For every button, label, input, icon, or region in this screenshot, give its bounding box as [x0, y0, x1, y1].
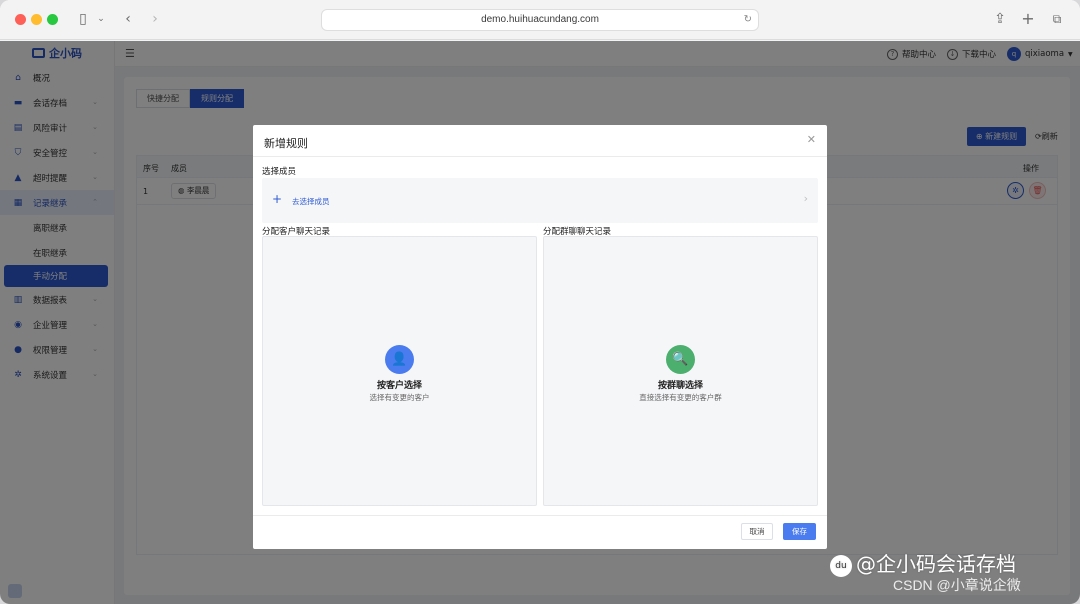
select-members-label: 选择成员 — [262, 167, 297, 177]
watermark: du @企小码会话存档 — [830, 548, 1016, 577]
chevron-down-icon[interactable]: ⌄ — [96, 10, 106, 28]
cancel-button[interactable]: 取消 — [741, 523, 773, 540]
back-icon[interactable]: ‹ — [121, 10, 135, 28]
close-window-button[interactable] — [15, 14, 26, 25]
dialog-footer: 取消 保存 — [253, 515, 827, 549]
address-bar[interactable]: demo.huihuacundang.com ↻ — [321, 9, 759, 31]
reload-icon[interactable]: ↻ — [744, 10, 752, 30]
close-icon[interactable]: ✕ — [807, 133, 816, 146]
sidebar-toggle-icon[interactable]: ▯ — [74, 10, 92, 28]
forward-icon[interactable]: › — [148, 10, 162, 28]
chevron-right-icon: › — [803, 192, 808, 205]
group-assign-panel[interactable]: 🔍 按群聊选择 直接选择有变更的客户群 — [543, 236, 818, 506]
tab-overview-icon[interactable]: ⧉ — [1049, 10, 1065, 28]
share-icon[interactable]: ⇪ — [992, 10, 1008, 28]
watermark-logo: du — [830, 554, 852, 577]
customer-assign-panel[interactable]: 👤 按客户选择 选择有变更的客户 — [262, 236, 537, 506]
dialog-header: 新增规则 ✕ — [253, 125, 827, 157]
zoom-window-button[interactable] — [47, 14, 58, 25]
search-icon: 🔍 — [666, 345, 695, 374]
customer-option-title: 按客户选择 — [376, 381, 422, 391]
select-members-field[interactable]: + 去选择成员 › — [262, 178, 818, 223]
new-rule-dialog: 新增规则 ✕ 选择成员 + 去选择成员 › 分配客户聊天记录 分配群聊聊天记录 … — [253, 125, 827, 549]
select-members-link[interactable]: 去选择成员 — [292, 196, 330, 207]
browser-toolbar: ▯ ⌄ ‹ › demo.huihuacundang.com ↻ ⇪ + ⧉ — [0, 0, 1080, 40]
customer-option-desc: 选择有变更的客户 — [369, 393, 430, 402]
url-text: demo.huihuacundang.com — [481, 14, 599, 25]
save-button[interactable]: 保存 — [783, 523, 816, 540]
watermark-text: @企小码会话存档 — [856, 552, 1016, 576]
minimize-window-button[interactable] — [31, 14, 42, 25]
person-icon: 👤 — [385, 345, 414, 374]
dialog-title: 新增规则 — [264, 137, 308, 150]
group-option-title: 按群聊选择 — [657, 381, 703, 391]
watermark-credit: CSDN @小章说企微 — [893, 577, 1021, 593]
browser-window: ▯ ⌄ ‹ › demo.huihuacundang.com ↻ ⇪ + ⧉ 企… — [0, 0, 1080, 604]
group-option-desc: 直接选择有变更的客户群 — [639, 393, 722, 402]
plus-icon: + — [272, 192, 283, 206]
new-tab-icon[interactable]: + — [1020, 10, 1036, 28]
